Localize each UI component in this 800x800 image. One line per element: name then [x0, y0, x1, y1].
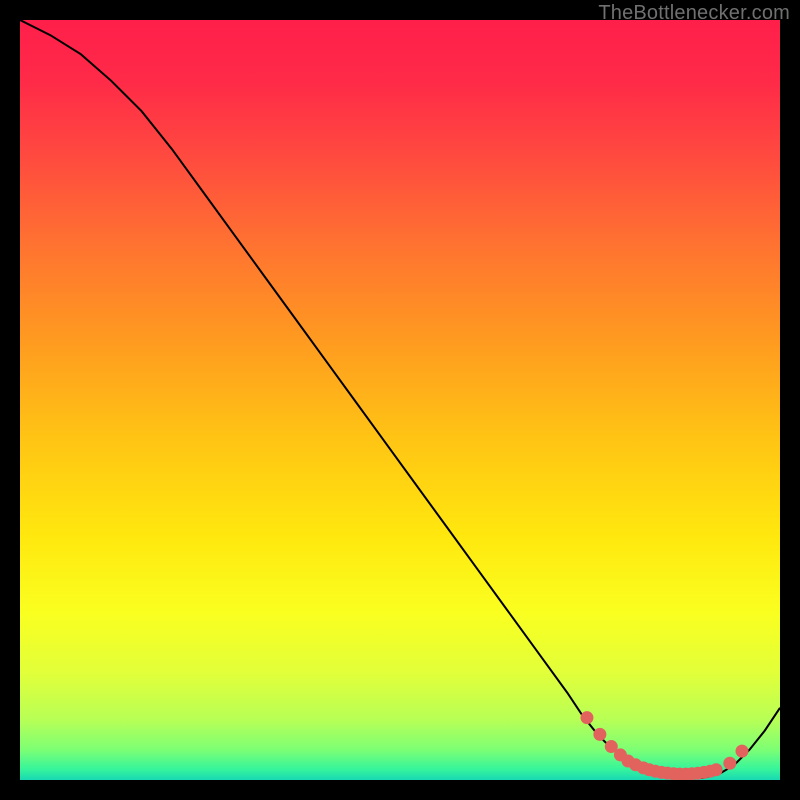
curve-marker — [580, 711, 593, 724]
curve-marker — [723, 757, 736, 770]
curve-marker — [710, 763, 723, 776]
plot-area — [20, 20, 780, 780]
chart-stage: TheBottlenecker.com — [0, 0, 800, 800]
curve-marker — [593, 728, 606, 741]
chart-svg — [20, 20, 780, 780]
curve-marker — [736, 745, 749, 758]
gradient-background — [20, 20, 780, 780]
